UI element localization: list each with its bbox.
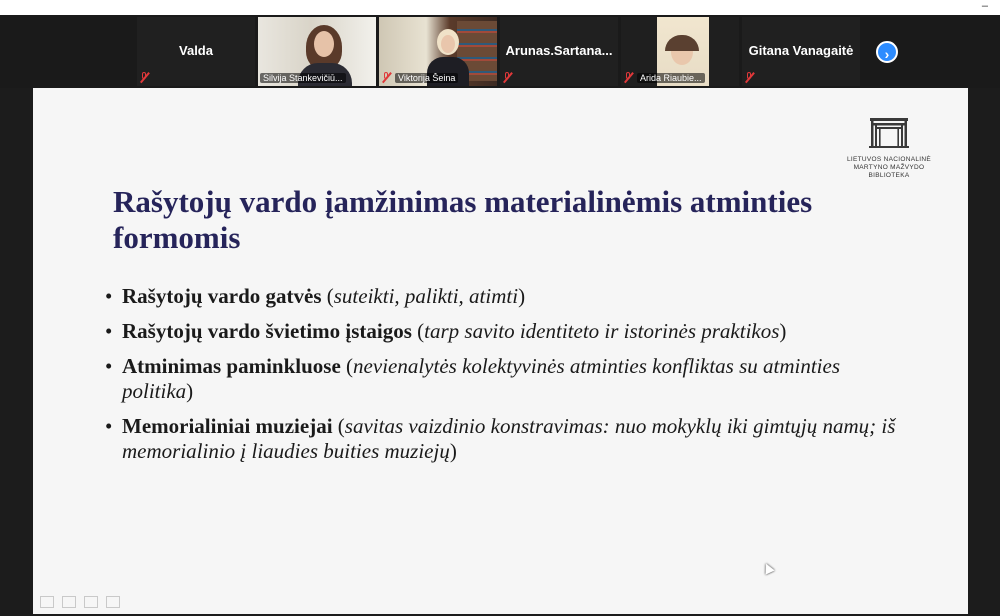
zoom-icon[interactable] [106, 596, 120, 608]
participant-tile-valda[interactable]: Valda [137, 17, 255, 86]
participant-name: Valda [179, 43, 213, 58]
bullet-item: Memorialiniai muziejai (savitas vaizdini… [105, 414, 905, 464]
participant-tile-viktorija[interactable]: Viktorija Šeina [379, 17, 497, 86]
slide-title: Rašytojų vardo įamžinimas materialinėmis… [113, 184, 813, 255]
shared-slide: LIETUVOS NACIONALINĖ MARTYNO MAŽVYDO BIB… [33, 88, 968, 614]
participant-tile-arunas[interactable]: Arunas.Sartana... [500, 17, 618, 86]
bullet-item: Atminimas paminkluose (nevienalytės kole… [105, 354, 905, 404]
muted-mic-icon [744, 72, 755, 83]
next-page-button[interactable]: › [876, 41, 898, 63]
prev-slide-icon[interactable] [40, 596, 54, 608]
slide-toolbar [40, 596, 120, 608]
participant-name: Gitana Vanagaitė [748, 43, 854, 58]
bullet-item: Rašytojų vardo gatvės (suteikti, palikti… [105, 284, 905, 309]
library-logo-icon [869, 118, 909, 148]
muted-mic-icon [381, 72, 392, 83]
participant-label: Arida Riaubie... [637, 72, 705, 83]
chevron-right-icon: › [884, 46, 890, 62]
library-logo: LIETUVOS NACIONALINĖ MARTYNO MAŽVYDO BIB… [841, 116, 937, 180]
muted-mic-icon [139, 72, 150, 83]
participant-strip: Valda Silvija Stankevičiū... Viktorija Š… [0, 15, 1000, 88]
minimize-icon[interactable]: – [982, 0, 988, 12]
slide-bullet-list: Rašytojų vardo gatvės (suteikti, palikti… [105, 284, 905, 474]
participant-label: Silvija Stankevičiū... [260, 72, 346, 83]
window-titlebar: – [0, 0, 1000, 15]
slides-icon[interactable] [84, 596, 98, 608]
participant-name: Arunas.Sartana... [505, 43, 613, 58]
bullet-item: Rašytojų vardo švietimo įstaigos (tarp s… [105, 319, 905, 344]
muted-mic-icon [502, 72, 513, 83]
participant-tile-silvija[interactable]: Silvija Stankevičiū... [258, 17, 376, 86]
participant-label: Viktorija Šeina [395, 72, 459, 83]
participant-tile-arida[interactable]: Arida Riaubie... [621, 17, 739, 86]
muted-mic-icon [623, 72, 634, 83]
library-logo-text: LIETUVOS NACIONALINĖ MARTYNO MAŽVYDO BIB… [846, 156, 932, 179]
participant-tile-gitana[interactable]: Gitana Vanagaitė [742, 17, 860, 86]
pen-icon[interactable] [62, 596, 76, 608]
